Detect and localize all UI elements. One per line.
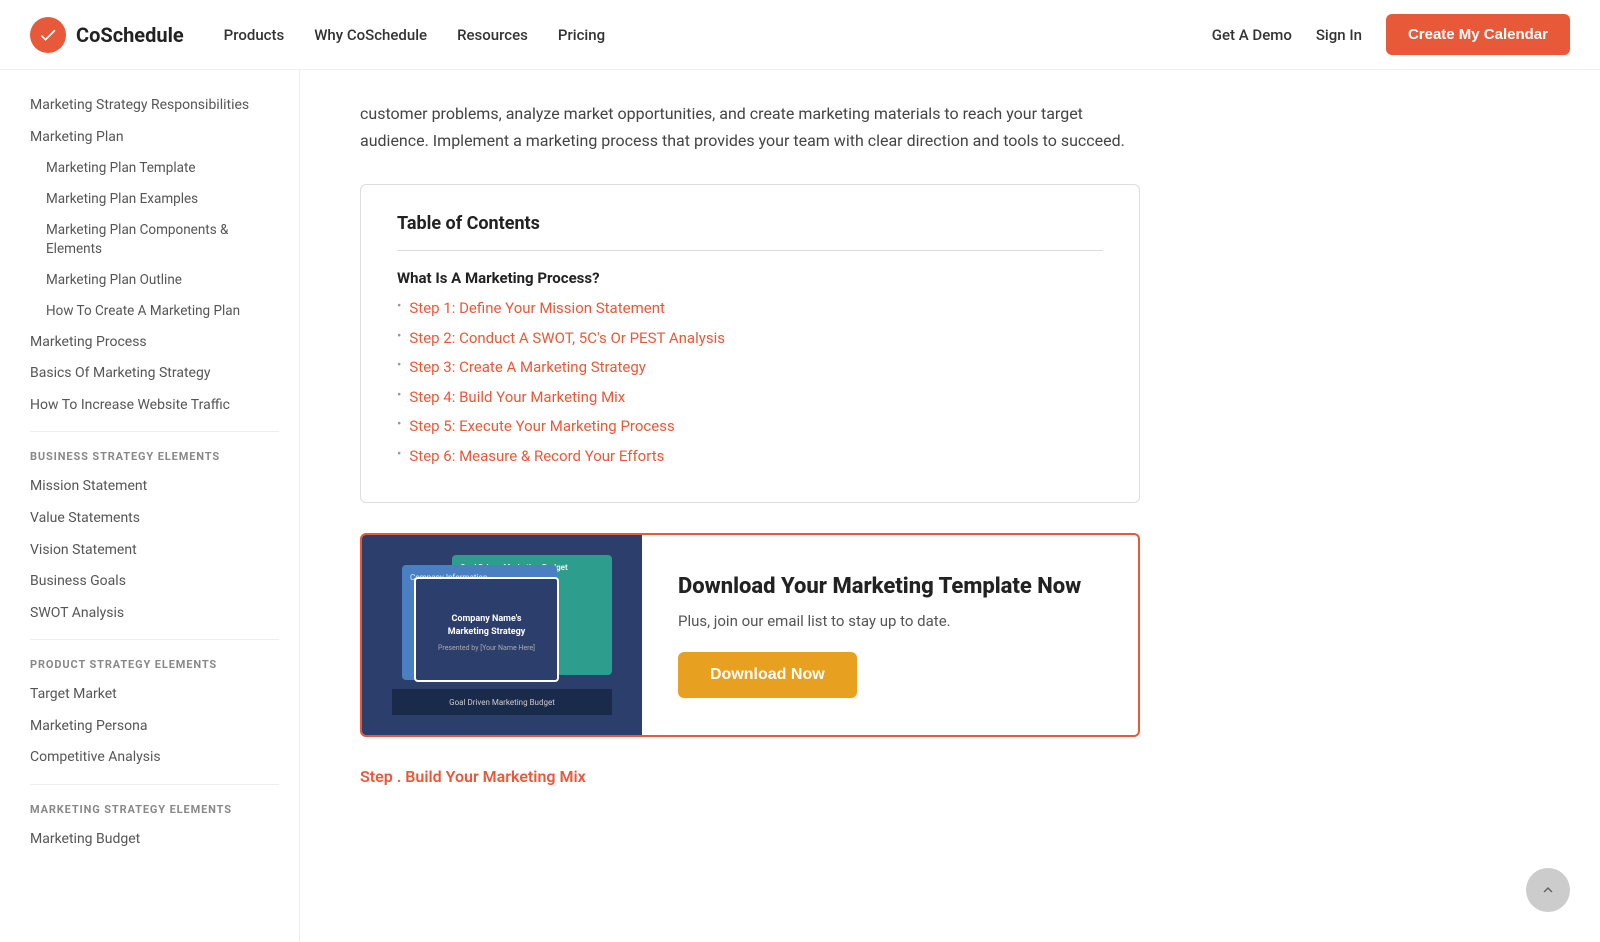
sidebar-section-product: PRODUCT STRATEGY ELEMENTS <box>30 658 279 671</box>
toc-link-6[interactable]: Step 6: Measure & Record Your Efforts <box>409 445 664 468</box>
sidebar-link-value[interactable]: Value Statements <box>30 503 279 535</box>
sidebar-link-traffic[interactable]: How To Increase Website Traffic <box>30 390 279 422</box>
sidebar-link-basics[interactable]: Basics Of Marketing Strategy <box>30 358 279 390</box>
sidebar-link-competitive[interactable]: Competitive Analysis <box>30 742 279 774</box>
toc-item-6: • Step 6: Measure & Record Your Efforts <box>397 445 1103 468</box>
logo: CoSchedule <box>30 17 184 53</box>
header-right: Get A Demo Sign In Create My Calendar <box>1212 14 1570 55</box>
sidebar-section-marketing: MARKETING STRATEGY ELEMENTS <box>30 803 279 816</box>
toc-link-4[interactable]: Step 4: Build Your Marketing Mix <box>409 386 625 409</box>
sidebar-divider-2 <box>30 639 279 640</box>
main-content: customer problems, analyze market opport… <box>300 70 1200 942</box>
toc-link-2[interactable]: Step 2: Conduct A SWOT, 5C's Or PEST Ana… <box>409 327 725 350</box>
sidebar-link-swot[interactable]: SWOT Analysis <box>30 598 279 630</box>
toc-bullet-2: • <box>397 327 401 348</box>
toc-item-1: • Step 1: Define Your Mission Statement <box>397 297 1103 320</box>
sign-in-link[interactable]: Sign In <box>1316 26 1362 44</box>
cta-box: Goal Driven Marketing Budget Company Inf… <box>360 533 1140 737</box>
cta-front-sub: Presented by [Your Name Here] <box>438 644 535 652</box>
sidebar-section-business: BUSINESS STRATEGY ELEMENTS <box>30 450 279 463</box>
sidebar-link-components[interactable]: Marketing Plan Components & Elements <box>30 215 279 265</box>
cta-content: Download Your Marketing Template Now Plu… <box>642 535 1138 735</box>
sidebar-link-persona[interactable]: Marketing Persona <box>30 711 279 743</box>
cta-front-title: Company Name'sMarketing Strategy <box>442 607 532 644</box>
page-wrap: Marketing Strategy Responsibilities Mark… <box>0 0 1600 942</box>
cta-card-front: Company Name'sMarketing Strategy Present… <box>414 577 559 682</box>
cta-label-text: Goal Driven Marketing Budget <box>449 698 555 707</box>
main-nav: Products Why CoSchedule Resources Pricin… <box>224 26 605 44</box>
header-left: CoSchedule Products Why CoSchedule Resou… <box>30 17 605 53</box>
logo-icon <box>30 17 66 53</box>
toc-bullet-3: • <box>397 356 401 377</box>
toc-list: • Step 1: Define Your Mission Statement … <box>397 297 1103 467</box>
sidebar-divider-1 <box>30 431 279 432</box>
get-demo-link[interactable]: Get A Demo <box>1212 26 1292 44</box>
sidebar-link-vision[interactable]: Vision Statement <box>30 535 279 567</box>
toc-bullet-5: • <box>397 415 401 436</box>
toc-item-4: • Step 4: Build Your Marketing Mix <box>397 386 1103 409</box>
cta-title: Download Your Marketing Template Now <box>678 573 1102 602</box>
toc-item-3: • Step 3: Create A Marketing Strategy <box>397 356 1103 379</box>
toc-bullet-1: • <box>397 297 401 318</box>
step-label: Step . Build Your Marketing Mix <box>360 767 1140 786</box>
sidebar-top-links: Marketing Strategy Responsibilities Mark… <box>30 90 279 421</box>
create-calendar-button[interactable]: Create My Calendar <box>1386 14 1570 55</box>
cta-image-stack: Goal Driven Marketing Budget Company Inf… <box>392 555 612 715</box>
toc-link-1[interactable]: Step 1: Define Your Mission Statement <box>409 297 665 320</box>
table-of-contents-box: Table of Contents What Is A Marketing Pr… <box>360 184 1140 503</box>
intro-text: customer problems, analyze market opport… <box>360 100 1140 154</box>
toc-link-3[interactable]: Step 3: Create A Marketing Strategy <box>409 356 645 379</box>
cta-subtitle: Plus, join our email list to stay up to … <box>678 612 1102 630</box>
logo-text: CoSchedule <box>76 23 184 47</box>
sidebar: Marketing Strategy Responsibilities Mark… <box>0 70 300 942</box>
sidebar-link-budget[interactable]: Marketing Budget <box>30 824 279 856</box>
toc-link-5[interactable]: Step 5: Execute Your Marketing Process <box>409 415 674 438</box>
header: CoSchedule Products Why CoSchedule Resou… <box>0 0 1600 70</box>
sidebar-link-target-market[interactable]: Target Market <box>30 679 279 711</box>
sidebar-link-marketing-plan[interactable]: Marketing Plan <box>30 122 279 154</box>
toc-bullet-4: • <box>397 386 401 407</box>
scroll-to-top-button[interactable] <box>1526 868 1570 912</box>
sidebar-link-mission[interactable]: Mission Statement <box>30 471 279 503</box>
toc-title: Table of Contents <box>397 213 1103 234</box>
nav-why[interactable]: Why CoSchedule <box>314 26 427 44</box>
sidebar-link-examples[interactable]: Marketing Plan Examples <box>30 184 279 215</box>
toc-divider <box>397 250 1103 251</box>
nav-products[interactable]: Products <box>224 26 285 44</box>
toc-heading: What Is A Marketing Process? <box>397 269 1103 287</box>
sidebar-link-responsibilities[interactable]: Marketing Strategy Responsibilities <box>30 90 279 122</box>
toc-item-2: • Step 2: Conduct A SWOT, 5C's Or PEST A… <box>397 327 1103 350</box>
sidebar-link-template[interactable]: Marketing Plan Template <box>30 153 279 184</box>
sidebar-link-how-to-create[interactable]: How To Create A Marketing Plan <box>30 296 279 327</box>
cta-label-bar: Goal Driven Marketing Budget <box>392 689 612 715</box>
sidebar-link-goals[interactable]: Business Goals <box>30 566 279 598</box>
download-now-button[interactable]: Download Now <box>678 652 857 698</box>
sidebar-link-outline[interactable]: Marketing Plan Outline <box>30 265 279 296</box>
sidebar-link-process[interactable]: Marketing Process <box>30 327 279 359</box>
nav-resources[interactable]: Resources <box>457 26 528 44</box>
nav-pricing[interactable]: Pricing <box>558 26 605 44</box>
toc-bullet-6: • <box>397 445 401 466</box>
cta-image-wrap: Goal Driven Marketing Budget Company Inf… <box>362 535 642 735</box>
sidebar-divider-3 <box>30 784 279 785</box>
toc-item-5: • Step 5: Execute Your Marketing Process <box>397 415 1103 438</box>
